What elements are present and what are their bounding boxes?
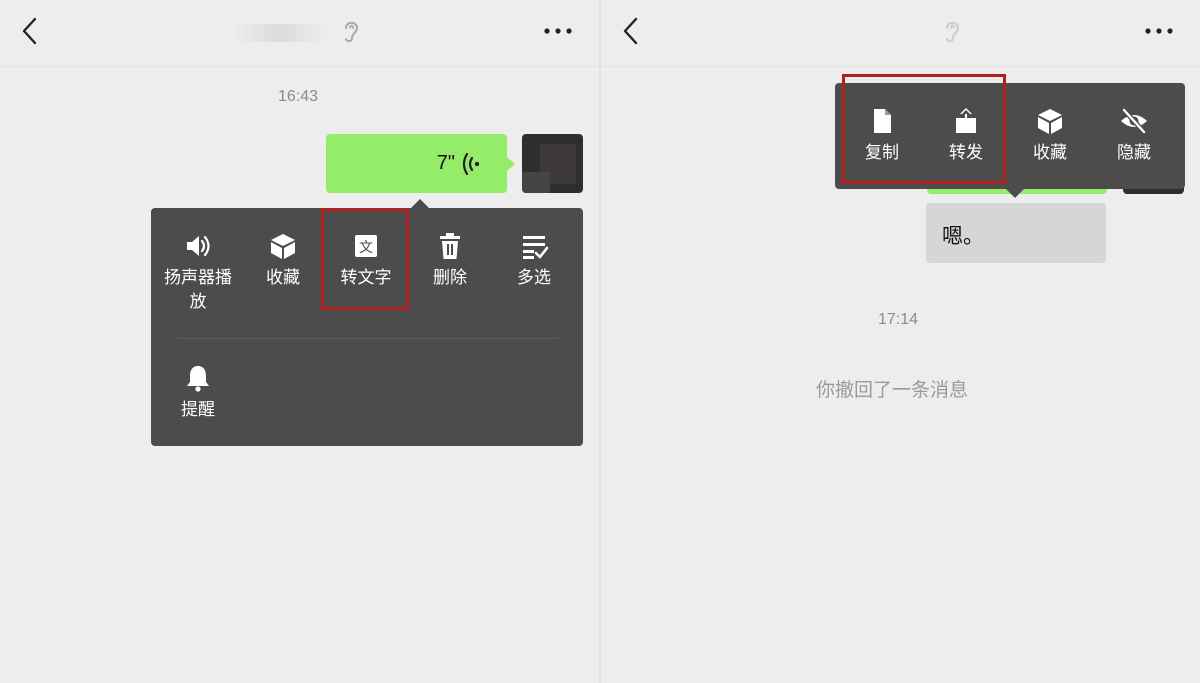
voice-message-bubble[interactable]: 7" <box>326 134 507 193</box>
menu-item-label: 隐藏 <box>1117 143 1151 163</box>
ear-icon <box>946 21 960 43</box>
back-arrow-icon[interactable] <box>619 16 645 46</box>
bell-icon <box>187 366 209 392</box>
trash-icon <box>440 233 460 259</box>
multiselect-icon <box>523 236 549 259</box>
menu-pointer <box>1006 189 1024 198</box>
back-arrow-icon[interactable] <box>18 16 44 46</box>
menu-item-delete[interactable]: 删除 <box>410 232 490 290</box>
menu-item-favorite[interactable]: 收藏 <box>1010 107 1090 165</box>
message-text: 嗯。 <box>942 224 984 248</box>
ear-icon <box>345 21 359 43</box>
menu-item-remind[interactable]: 提醒 <box>158 364 238 422</box>
more-options-icon[interactable] <box>1144 22 1174 40</box>
highlight-box-to-text <box>321 208 409 310</box>
right-chat-screen: 嗯。 复制 转发 收藏 隐藏 17:14 你撤回了一条消息 <box>601 0 1200 683</box>
message-timestamp: 17:14 <box>878 311 919 328</box>
cube-icon <box>271 234 295 259</box>
eye-slash-icon <box>1121 108 1147 134</box>
menu-item-label: 删除 <box>433 268 467 288</box>
menu-item-favorite[interactable]: 收藏 <box>243 232 323 290</box>
menu-divider <box>177 338 559 339</box>
cube-icon <box>1038 109 1062 134</box>
menu-item-label: 收藏 <box>1033 143 1067 163</box>
chat-title-blurred <box>232 24 327 42</box>
highlight-box-copy-forward <box>842 74 1006 184</box>
menu-item-label: 收藏 <box>266 268 300 288</box>
menu-item-multiselect[interactable]: 多选 <box>494 232 574 290</box>
nav-bar <box>0 0 599 67</box>
menu-item-label: 扬声器播放 <box>164 268 232 312</box>
menu-item-speaker-play[interactable]: 扬声器播放 <box>158 232 238 314</box>
more-options-icon[interactable] <box>543 22 573 40</box>
nav-bar <box>601 0 1200 67</box>
message-timestamp: 16:43 <box>278 88 319 105</box>
voice-duration: 7" <box>436 152 455 174</box>
bubble-tail <box>507 157 515 171</box>
menu-item-hide[interactable]: 隐藏 <box>1094 107 1174 165</box>
voice-wave-icon <box>462 153 480 175</box>
speaker-icon <box>187 235 210 257</box>
menu-item-label: 多选 <box>517 268 551 288</box>
menu-pointer <box>411 199 429 208</box>
recall-notice: 你撤回了一条消息 <box>816 379 969 401</box>
avatar[interactable] <box>522 134 583 193</box>
menu-item-label: 提醒 <box>181 400 215 420</box>
left-chat-screen: 16:43 7" 扬声器播放 收藏 文 转文字 删除 多选 提醒 <box>0 0 599 683</box>
text-message-bubble[interactable]: 嗯。 <box>926 203 1106 263</box>
